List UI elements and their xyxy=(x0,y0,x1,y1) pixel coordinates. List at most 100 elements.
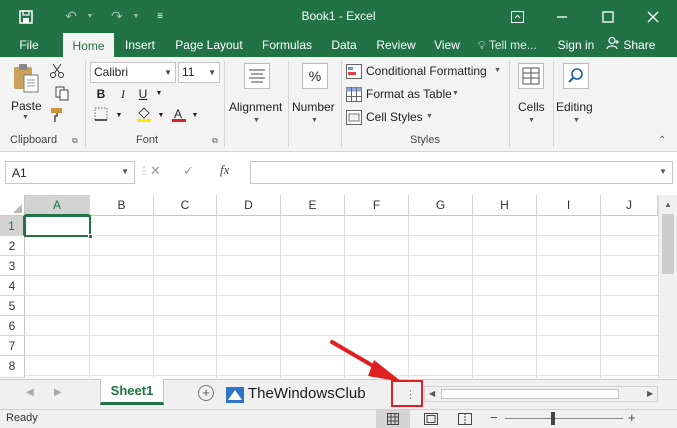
column-header-j[interactable]: J xyxy=(601,195,658,216)
tab-formulas[interactable]: Formulas xyxy=(256,33,318,57)
scroll-left-icon[interactable]: ◀ xyxy=(429,389,435,398)
column-header-b[interactable]: B xyxy=(90,195,154,216)
editing-button[interactable]: Editing ▼ xyxy=(555,61,597,131)
minimize-icon[interactable] xyxy=(550,0,574,33)
undo-icon[interactable]: ↶ xyxy=(58,0,84,33)
row-header-7[interactable]: 7 xyxy=(0,336,25,356)
column-header-e[interactable]: E xyxy=(281,195,345,216)
number-button[interactable]: % Number ▼ xyxy=(292,61,340,131)
row-header-5[interactable]: 5 xyxy=(0,296,25,316)
format-painter-icon[interactable] xyxy=(48,107,66,125)
copy-icon[interactable] xyxy=(48,85,76,103)
tab-review[interactable]: Review xyxy=(370,33,422,57)
scroll-up-icon[interactable]: ▲ xyxy=(664,200,672,209)
formula-input[interactable]: ▼ xyxy=(250,161,673,184)
fill-color-dropdown-icon[interactable]: ▼ xyxy=(152,107,170,125)
format-as-table-label: Format as Table xyxy=(366,87,452,101)
undo-dropdown-icon[interactable]: ▼ xyxy=(84,0,96,33)
horizontal-scrollbar[interactable]: ◀ ▶ xyxy=(424,386,658,402)
tab-view[interactable]: View xyxy=(428,33,466,57)
close-icon[interactable] xyxy=(640,0,666,33)
conditional-formatting-icon xyxy=(346,64,362,79)
chevron-down-icon: ▼ xyxy=(311,117,318,124)
column-header-d[interactable]: D xyxy=(217,195,281,216)
vertical-scroll-thumb[interactable] xyxy=(662,214,674,274)
expand-formula-icon[interactable]: ▼ xyxy=(659,167,667,176)
lightbulb-icon: 💡︎ xyxy=(478,40,486,52)
normal-view-button[interactable] xyxy=(376,410,410,428)
column-header-i[interactable]: I xyxy=(537,195,601,216)
chevron-down-icon: ▼ xyxy=(494,67,501,74)
cells-button[interactable]: Cells ▼ xyxy=(513,61,551,131)
prev-sheet-icon[interactable]: ◀ xyxy=(26,387,34,398)
column-header-g[interactable]: G xyxy=(409,195,473,216)
fill-handle[interactable] xyxy=(88,234,93,239)
name-box[interactable]: A1 ▼ xyxy=(5,161,135,184)
font-name-combo[interactable]: Calibri ▼ xyxy=(90,62,176,83)
zoom-out-button[interactable]: − xyxy=(490,410,498,425)
fill-color-icon[interactable] xyxy=(135,107,153,125)
cells-icon xyxy=(518,63,544,89)
chevron-down-icon: ▼ xyxy=(208,68,216,77)
maximize-icon[interactable] xyxy=(596,0,620,33)
horizontal-scroll-thumb[interactable] xyxy=(441,389,619,399)
chevron-down-icon: ▼ xyxy=(164,68,172,77)
row-header-1[interactable]: 1 xyxy=(0,216,25,236)
font-color-dropdown-icon[interactable]: ▼ xyxy=(186,107,204,125)
selected-cell-a1[interactable] xyxy=(24,215,91,237)
scroll-right-icon[interactable]: ▶ xyxy=(647,389,653,398)
conditional-formatting-button[interactable]: Conditional Formatting ▼ xyxy=(346,62,504,81)
tab-data[interactable]: Data xyxy=(324,33,364,57)
vertical-scrollbar[interactable]: ▲ xyxy=(658,195,677,378)
enter-check-icon[interactable]: ✓ xyxy=(183,163,194,179)
redo-dropdown-icon[interactable]: ▼ xyxy=(130,0,142,33)
row-header-4[interactable]: 4 xyxy=(0,276,25,296)
chevron-down-icon: ▼ xyxy=(573,117,580,124)
tab-insert[interactable]: Insert xyxy=(118,33,162,57)
row-header-6[interactable]: 6 xyxy=(0,316,25,336)
insert-function-icon[interactable]: fx xyxy=(220,162,229,178)
row-header-3[interactable]: 3 xyxy=(0,256,25,276)
ribbon-display-options-icon[interactable] xyxy=(508,0,526,33)
zoom-in-button[interactable]: + xyxy=(628,410,636,425)
cell-styles-button[interactable]: Cell Styles ▼ xyxy=(346,108,436,127)
row-header-8[interactable]: 8 xyxy=(0,356,25,378)
tell-me-search[interactable]: 💡︎ Tell me... xyxy=(478,33,550,57)
cancel-icon[interactable]: ✕ xyxy=(150,163,161,179)
underline-dropdown-icon[interactable]: ▼ xyxy=(150,85,168,103)
sheet-tab-sheet1[interactable]: Sheet1 xyxy=(100,379,164,405)
column-header-a[interactable]: A xyxy=(25,195,90,216)
zoom-slider-thumb[interactable] xyxy=(551,412,555,425)
next-sheet-icon[interactable]: ▶ xyxy=(54,387,62,398)
bold-button[interactable]: B xyxy=(92,85,110,103)
row-header-2[interactable]: 2 xyxy=(0,236,25,256)
alignment-icon xyxy=(244,63,270,89)
page-layout-view-icon[interactable] xyxy=(424,413,438,428)
sign-in-link[interactable]: Sign in xyxy=(553,33,599,57)
italic-button[interactable]: I xyxy=(114,85,132,103)
select-all-corner[interactable] xyxy=(0,195,25,216)
redo-icon[interactable]: ↷ xyxy=(104,0,130,33)
column-header-f[interactable]: F xyxy=(345,195,409,216)
new-sheet-icon[interactable]: + xyxy=(198,385,214,401)
font-size-combo[interactable]: 11 ▼ xyxy=(178,62,220,83)
tab-file[interactable]: File xyxy=(10,33,48,57)
borders-dropdown-icon[interactable]: ▼ xyxy=(110,107,128,125)
borders-icon[interactable] xyxy=(92,107,110,125)
zoom-slider[interactable] xyxy=(505,418,623,419)
column-header-h[interactable]: H xyxy=(473,195,537,216)
clipboard-launcher-icon[interactable]: ⧉ xyxy=(72,136,78,146)
save-icon[interactable] xyxy=(12,0,40,33)
collapse-ribbon-icon[interactable]: ⌃ xyxy=(658,135,666,146)
share-button[interactable]: Share xyxy=(606,33,668,57)
paste-button[interactable]: Paste ▼ xyxy=(8,61,44,127)
customize-toolbar-icon[interactable]: ≡ xyxy=(150,0,170,33)
tab-home[interactable]: Home xyxy=(63,33,114,57)
tab-page-layout[interactable]: Page Layout xyxy=(168,33,250,57)
format-as-table-button[interactable]: Format as Table ▼ xyxy=(346,85,461,104)
column-header-c[interactable]: C xyxy=(154,195,217,216)
cut-icon[interactable] xyxy=(48,63,66,81)
page-break-view-icon[interactable] xyxy=(458,413,472,428)
alignment-button[interactable]: Alignment ▼ xyxy=(228,61,286,131)
font-launcher-icon[interactable]: ⧉ xyxy=(212,136,218,146)
